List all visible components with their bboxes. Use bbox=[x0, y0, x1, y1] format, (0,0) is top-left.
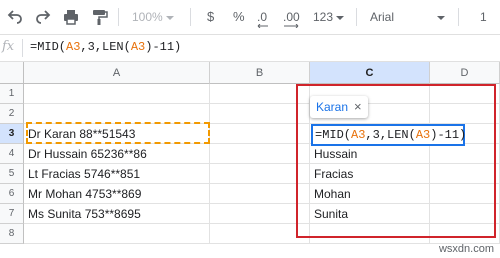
formula-text: ,3,LEN( bbox=[365, 128, 416, 142]
zoom-select[interactable]: 100% bbox=[132, 8, 174, 26]
row-header-3[interactable]: 3 bbox=[0, 124, 24, 144]
cell-b5[interactable] bbox=[210, 164, 310, 184]
row-header-5[interactable]: 5 bbox=[0, 164, 24, 184]
formula-divider bbox=[22, 39, 23, 57]
cell-b4[interactable] bbox=[210, 144, 310, 164]
formula-text: )-11) bbox=[430, 128, 467, 142]
column-header-a[interactable]: A bbox=[24, 62, 210, 84]
cell-a2[interactable] bbox=[24, 104, 210, 124]
formula-reference: A3 bbox=[130, 40, 146, 54]
toolbar-divider bbox=[356, 8, 357, 26]
row-header-2[interactable]: 2 bbox=[0, 104, 24, 124]
cell-a6[interactable]: Mr Mohan 4753**869 bbox=[24, 184, 210, 204]
close-icon[interactable]: × bbox=[354, 99, 362, 114]
column-header-d[interactable]: D bbox=[430, 62, 500, 84]
cell-a7[interactable]: Ms Sunita 753**8695 bbox=[24, 204, 210, 224]
row-header-7[interactable]: 7 bbox=[0, 204, 24, 224]
column-header-b[interactable]: B bbox=[210, 62, 310, 84]
fx-icon: fx bbox=[2, 39, 15, 54]
watermark: wsxdn.com bbox=[438, 243, 494, 255]
formula-preview-chip[interactable]: Karan × bbox=[310, 96, 368, 118]
paint-format-icon[interactable] bbox=[90, 8, 108, 26]
formula-reference: A3 bbox=[66, 40, 81, 54]
row-header-1[interactable]: 1 bbox=[0, 84, 24, 104]
cell-a5[interactable]: Lt Fracias 5746**851 bbox=[24, 164, 210, 184]
decrease-decimal-button[interactable]: .0 bbox=[257, 8, 269, 28]
referenced-range-highlight bbox=[26, 122, 210, 144]
cell-b1[interactable] bbox=[210, 84, 310, 104]
font-select[interactable]: Arial bbox=[370, 8, 394, 26]
active-cell-editor[interactable]: =MID(A3,3,LEN(A3)-11) bbox=[311, 124, 467, 146]
formula-text: =MID( bbox=[315, 128, 352, 142]
font-select-caret[interactable] bbox=[434, 8, 445, 26]
font-label: Arial bbox=[370, 10, 395, 24]
currency-button[interactable]: $ bbox=[207, 8, 214, 26]
chevron-down-icon bbox=[165, 15, 174, 20]
cell-a4[interactable]: Dr Hussain 65236**86 bbox=[24, 144, 210, 164]
toolbar-divider bbox=[190, 8, 191, 26]
cell-b3[interactable] bbox=[210, 124, 310, 144]
formula-text: =MID( bbox=[30, 40, 67, 54]
row-header-6[interactable]: 6 bbox=[0, 184, 24, 204]
chevron-down-icon bbox=[336, 15, 345, 20]
decrease-decimal-label: .0 bbox=[257, 10, 268, 24]
redo-icon[interactable] bbox=[34, 8, 52, 26]
font-size-input[interactable]: 1 bbox=[480, 8, 487, 26]
cell-b8[interactable] bbox=[210, 224, 310, 244]
toolbar: 100% $ % .0 .00 123 Arial 1 bbox=[0, 0, 500, 34]
cell-a8[interactable] bbox=[24, 224, 210, 244]
formula-reference: A3 bbox=[415, 128, 431, 142]
formula-input[interactable]: =MID(A3,3,LEN(A3)-11) bbox=[30, 40, 181, 54]
toolbar-divider bbox=[458, 8, 459, 26]
cell-b7[interactable] bbox=[210, 204, 310, 224]
row-header-4[interactable]: 4 bbox=[0, 144, 24, 164]
formula-bar: fx =MID(A3,3,LEN(A3)-11) bbox=[0, 34, 500, 62]
percent-button[interactable]: % bbox=[233, 8, 245, 26]
increase-decimal-button[interactable]: .00 bbox=[283, 8, 300, 28]
undo-icon[interactable] bbox=[6, 8, 24, 26]
toolbar-divider bbox=[118, 8, 119, 26]
row-header-8[interactable]: 8 bbox=[0, 224, 24, 244]
formula-text: ,3,LEN( bbox=[80, 40, 131, 54]
formula-text: )-11) bbox=[145, 40, 182, 54]
column-header-c[interactable]: C bbox=[310, 62, 430, 84]
chevron-down-icon bbox=[437, 15, 445, 20]
increase-decimal-label: .00 bbox=[283, 10, 300, 24]
preview-value: Karan bbox=[316, 100, 349, 114]
print-icon[interactable] bbox=[62, 8, 80, 26]
cell-a1[interactable] bbox=[24, 84, 210, 104]
number-format-label: 123 bbox=[313, 10, 334, 24]
formula-reference: A3 bbox=[351, 128, 366, 142]
zoom-value: 100% bbox=[132, 10, 163, 24]
number-format-select[interactable]: 123 bbox=[313, 8, 345, 26]
cell-b6[interactable] bbox=[210, 184, 310, 204]
cell-b2[interactable] bbox=[210, 104, 310, 124]
select-all-corner[interactable] bbox=[0, 62, 24, 84]
